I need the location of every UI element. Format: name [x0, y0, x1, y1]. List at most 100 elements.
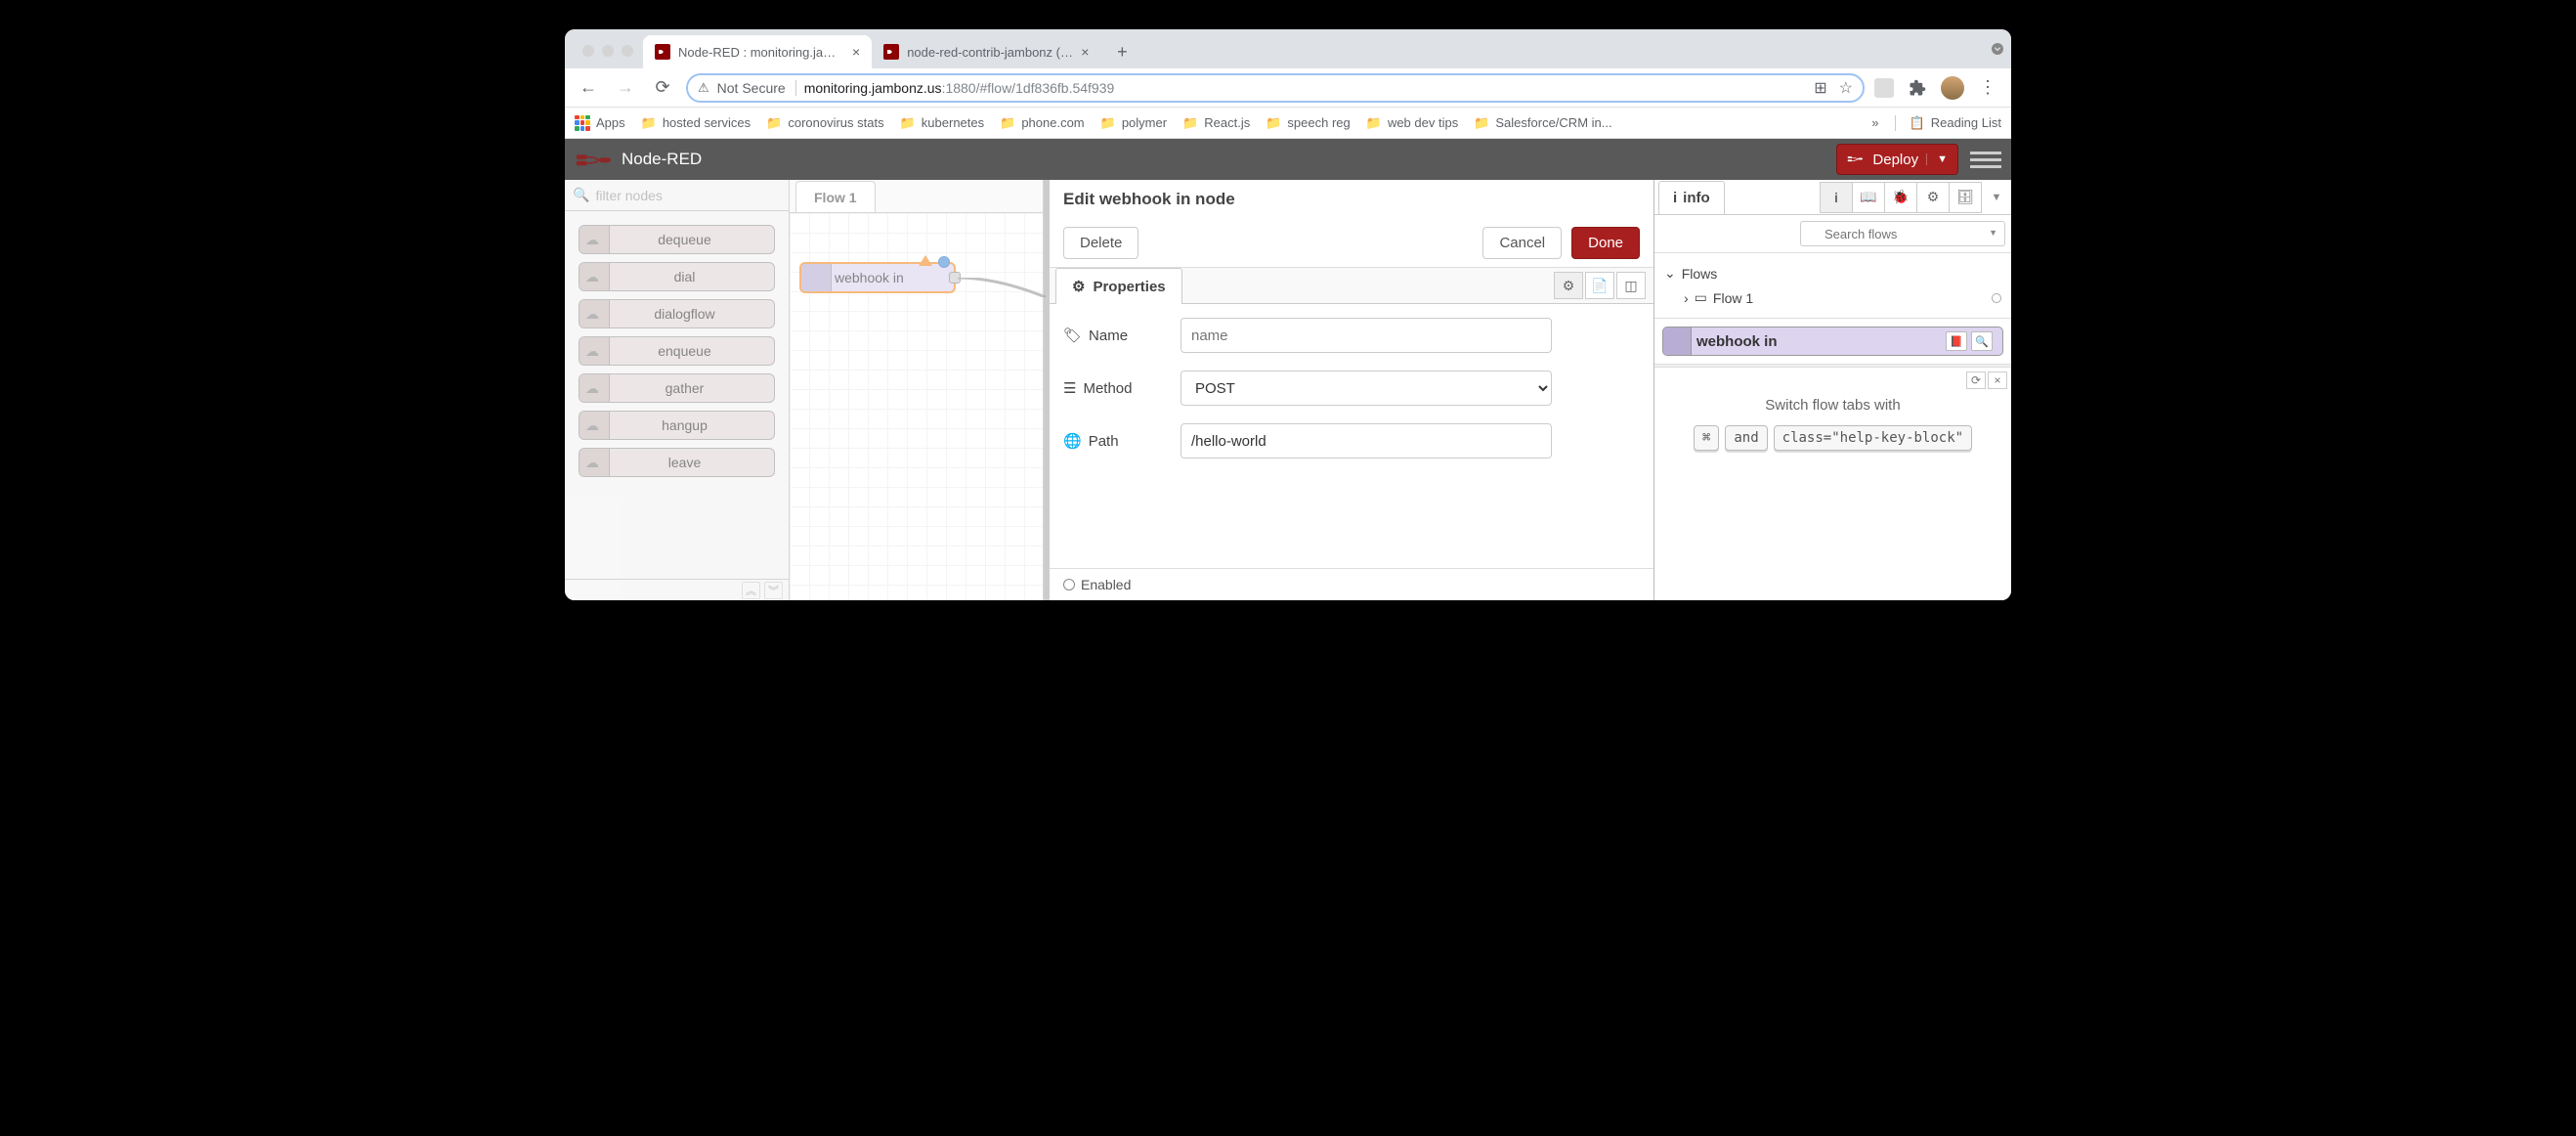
- browser-menu-icon[interactable]: ⋮: [1974, 74, 2001, 102]
- folder-icon: 📁: [1366, 115, 1382, 131]
- done-button[interactable]: Done: [1571, 227, 1640, 259]
- tab-close-icon[interactable]: ×: [1081, 44, 1089, 60]
- folder-icon: 📁: [1182, 115, 1198, 131]
- bookmark-folder[interactable]: 📁coronovirus stats: [766, 115, 883, 131]
- gear-icon: ⚙: [1072, 278, 1085, 295]
- palette-node[interactable]: ☁leave: [579, 448, 775, 477]
- close-tip-icon[interactable]: ×: [1988, 371, 2007, 389]
- tab-title: node-red-contrib-jambonz (no: [907, 45, 1073, 60]
- collapse-down-icon[interactable]: ︾: [764, 582, 783, 599]
- deploy-button[interactable]: Deploy ▼: [1836, 144, 1958, 175]
- flow-status-dot: [1992, 293, 2001, 303]
- node-help-book-icon[interactable]: 📕: [1946, 331, 1967, 351]
- bookmark-folder[interactable]: 📁web dev tips: [1366, 115, 1458, 131]
- palette-node[interactable]: ☁gather: [579, 373, 775, 403]
- back-button[interactable]: ←: [575, 74, 602, 102]
- bookmark-folder[interactable]: 📁polymer: [1100, 115, 1167, 131]
- flow-canvas[interactable]: webhook in: [790, 213, 1043, 600]
- delete-button[interactable]: Delete: [1063, 227, 1138, 259]
- info-sidebar: i info i 📖 🐞 ⚙ 🗄 ▼ ⌄: [1654, 180, 2011, 600]
- apps-button[interactable]: Apps: [575, 115, 625, 131]
- bars-icon: ☰: [1063, 379, 1076, 397]
- reading-list-button[interactable]: 📋 Reading List: [1895, 115, 2001, 131]
- cancel-button[interactable]: Cancel: [1482, 227, 1562, 259]
- profile-avatar[interactable]: [1941, 76, 1964, 100]
- browser-window: Node-RED : monitoring.jambon × node-red-…: [565, 29, 2011, 600]
- node-description-icon[interactable]: 📄: [1585, 272, 1614, 299]
- name-input[interactable]: [1181, 318, 1552, 353]
- flow-tab[interactable]: Flow 1: [795, 181, 876, 212]
- canvas-node-webhook-in[interactable]: webhook in: [799, 262, 956, 293]
- palette-node[interactable]: ☁dialogflow: [579, 299, 775, 328]
- method-select[interactable]: POST: [1181, 371, 1552, 406]
- palette-node[interactable]: ☁enqueue: [579, 336, 775, 366]
- url-host: monitoring.jambonz.us: [804, 80, 942, 96]
- window-controls[interactable]: [575, 45, 643, 68]
- editor-actions: Delete Cancel Done: [1050, 219, 1653, 268]
- enabled-toggle-icon[interactable]: [1063, 579, 1075, 590]
- editor-title: Edit webhook in node: [1050, 180, 1653, 219]
- apps-label: Apps: [596, 115, 625, 130]
- search-flows-input[interactable]: [1800, 221, 2005, 246]
- bookmark-folder[interactable]: 📁kubernetes: [900, 115, 985, 131]
- forward-button[interactable]: →: [612, 74, 639, 102]
- tabs-dropdown-icon[interactable]: [1984, 35, 2011, 63]
- chevron-down-icon: ⌄: [1664, 265, 1676, 282]
- node-settings-icon[interactable]: ⚙: [1554, 272, 1583, 299]
- node-appearance-icon[interactable]: ◫: [1616, 272, 1646, 299]
- collapse-up-icon[interactable]: ︽: [742, 582, 760, 599]
- node-palette: 🔍 filter nodes ☁dequeue ☁dial ☁dialogflo…: [565, 180, 790, 600]
- deploy-dropdown-icon[interactable]: ▼: [1926, 153, 1948, 165]
- tab-close-icon[interactable]: ×: [852, 44, 860, 60]
- install-app-icon[interactable]: ⊞: [1814, 78, 1826, 98]
- node-editor-panel: Edit webhook in node Delete Cancel Done …: [1044, 180, 1654, 600]
- bookmark-folder[interactable]: 📁React.js: [1182, 115, 1250, 131]
- folder-icon: 📁: [1000, 115, 1015, 131]
- bookmark-folder[interactable]: 📁phone.com: [1000, 115, 1085, 131]
- bookmark-folder[interactable]: 📁speech reg: [1266, 115, 1351, 131]
- new-tab-button[interactable]: +: [1108, 38, 1136, 66]
- extension-icon[interactable]: [1874, 78, 1894, 98]
- properties-tab[interactable]: ⚙ Properties: [1055, 268, 1182, 304]
- bookmark-folder[interactable]: 📁Salesforce/CRM in...: [1474, 115, 1611, 131]
- extensions-puzzle-icon[interactable]: [1904, 74, 1931, 102]
- tree-flows-root[interactable]: ⌄ Flows: [1664, 261, 2001, 285]
- node-icon: ☁: [585, 269, 599, 285]
- bookmark-star-icon[interactable]: ☆: [1839, 78, 1853, 98]
- bookmark-folder[interactable]: 📁hosted services: [641, 115, 751, 131]
- reload-button[interactable]: ⟳: [649, 74, 676, 102]
- refresh-tip-icon[interactable]: ⟳: [1966, 371, 1986, 389]
- sidebar-context-icon[interactable]: 🗄: [1949, 182, 1982, 213]
- sidebar-config-icon[interactable]: ⚙: [1916, 182, 1950, 213]
- info-tab[interactable]: i info: [1658, 181, 1725, 214]
- palette-node[interactable]: ☁hangup: [579, 411, 775, 440]
- folder-icon: 📁: [1266, 115, 1281, 131]
- palette-node[interactable]: ☁dequeue: [579, 225, 775, 254]
- enabled-label: Enabled: [1081, 577, 1131, 592]
- tip-keys: ⌘ and class="help-key-block": [1664, 425, 2001, 451]
- folder-icon: 📁: [1100, 115, 1116, 131]
- folder-icon: 📁: [766, 115, 782, 131]
- sidebar-debug-icon[interactable]: 🐞: [1884, 182, 1917, 213]
- node-search-icon[interactable]: 🔍: [1971, 331, 1993, 351]
- bookmarks-overflow[interactable]: »: [1871, 115, 1878, 130]
- not-secure-label: Not Secure: [717, 80, 796, 96]
- sidebar-help-icon[interactable]: 📖: [1852, 182, 1885, 213]
- path-label: 🌐Path: [1063, 432, 1181, 450]
- path-input[interactable]: [1181, 423, 1552, 459]
- globe-icon: 🌐: [1063, 432, 1082, 450]
- node-icon: ☁: [585, 232, 599, 248]
- palette-node[interactable]: ☁dial: [579, 262, 775, 291]
- address-bar[interactable]: ⚠ Not Secure monitoring.jambonz.us:1880/…: [686, 73, 1865, 103]
- tree-flow-item[interactable]: › ▭ Flow 1: [1664, 285, 2001, 310]
- nodered-favicon: [883, 44, 899, 60]
- browser-tab[interactable]: node-red-contrib-jambonz (no ×: [872, 35, 1100, 68]
- palette-filter[interactable]: 🔍 filter nodes: [565, 180, 789, 211]
- sidebar-dropdown-icon[interactable]: ▼: [1982, 192, 2011, 203]
- browser-tab-active[interactable]: Node-RED : monitoring.jambon ×: [643, 35, 872, 68]
- selected-node-header: webhook in 📕 🔍: [1662, 327, 2003, 356]
- main-menu-button[interactable]: [1970, 144, 2001, 175]
- node-icon: ☁: [585, 343, 599, 360]
- key: and: [1725, 425, 1767, 451]
- sidebar-info-icon[interactable]: i: [1820, 182, 1853, 213]
